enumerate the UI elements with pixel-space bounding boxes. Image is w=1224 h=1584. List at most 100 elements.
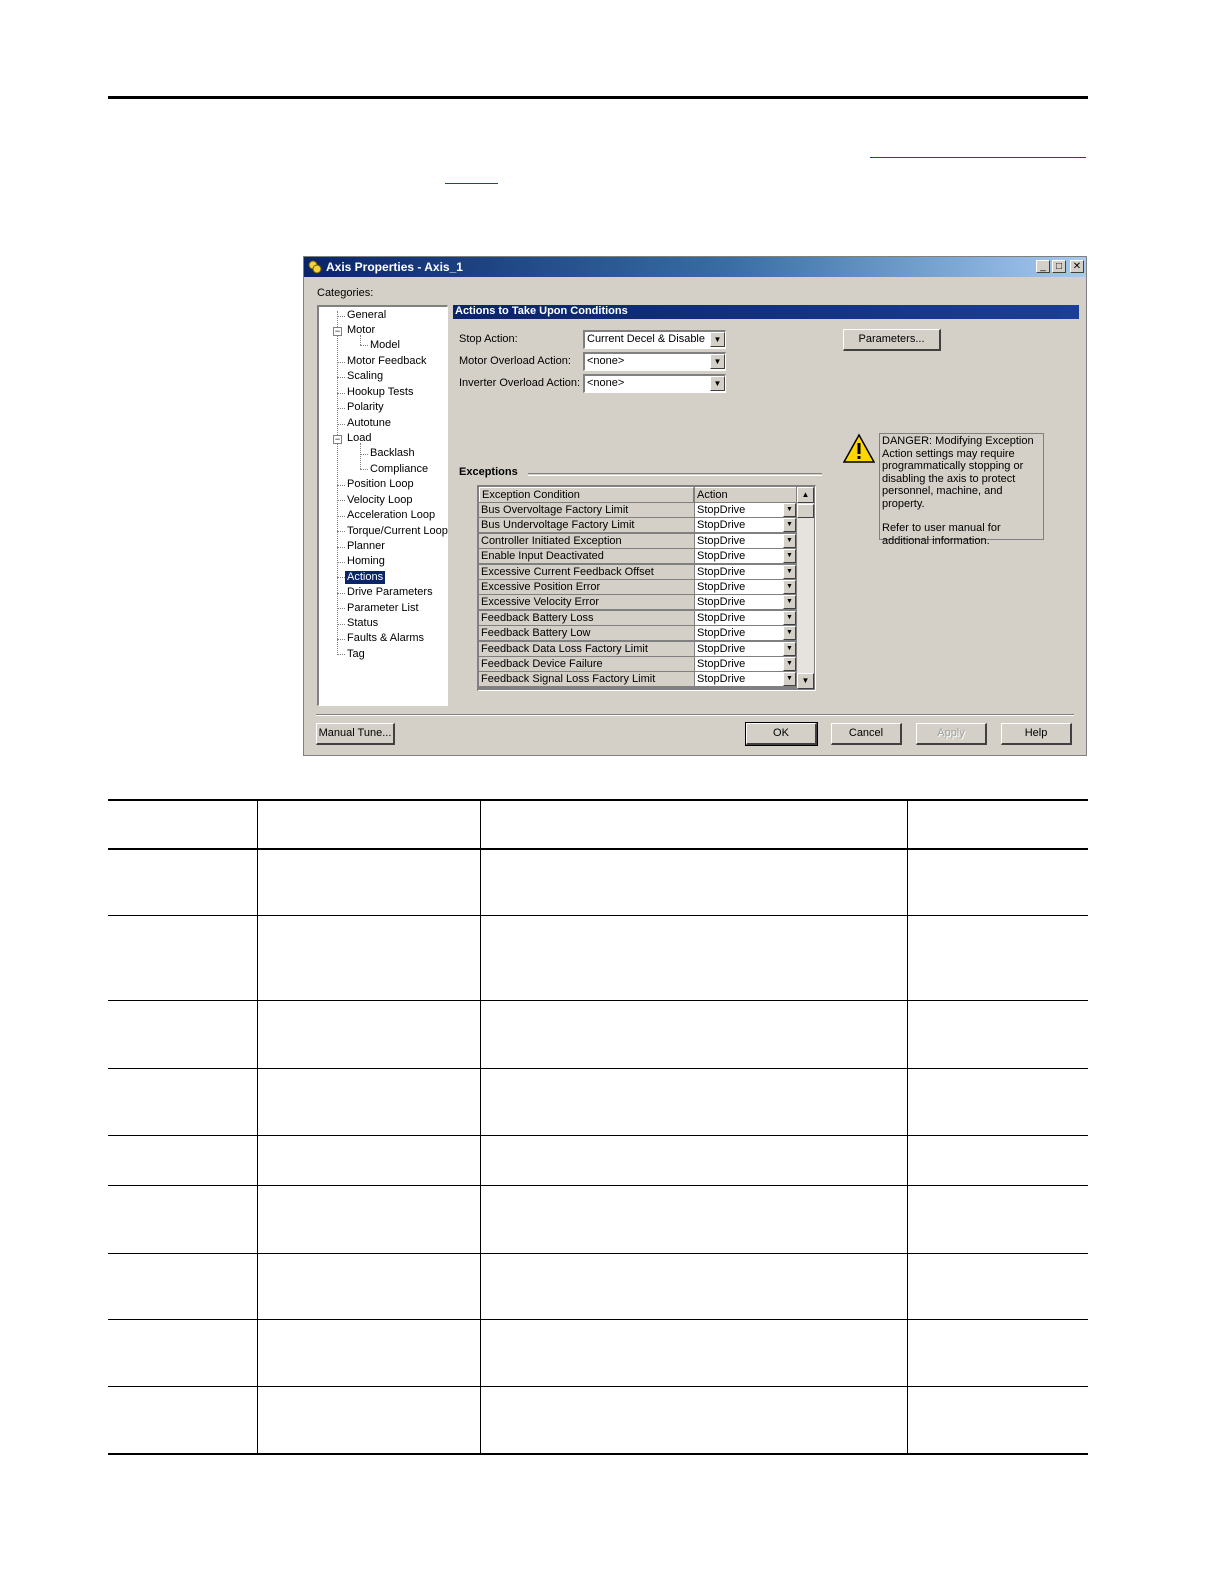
exception-row[interactable]: Controller Initiated Exception StopDrive ▼: [479, 533, 796, 549]
tree-item-position-loop[interactable]: Position Loop: [347, 478, 414, 491]
tree-item-homing[interactable]: Homing: [347, 555, 385, 568]
exception-row[interactable]: Feedback Battery Low StopDrive ▼: [479, 626, 796, 641]
tree-item-torque-current-loop[interactable]: Torque/Current Loop: [347, 525, 448, 538]
help-button[interactable]: Help: [1001, 723, 1072, 745]
exception-row[interactable]: Feedback Signal Loss Factory Limit StopDr…: [479, 672, 796, 687]
exception-action-select[interactable]: StopDrive ▼: [695, 595, 796, 610]
close-button[interactable]: ✕: [1070, 260, 1084, 273]
exception-row[interactable]: Excessive Current Feedback Offset StopDri…: [479, 564, 796, 580]
maximize-button[interactable]: □: [1052, 260, 1066, 273]
table-row-border: [108, 915, 1088, 916]
tree-item-actions[interactable]: Actions: [345, 571, 386, 584]
tree-item-hookup-tests[interactable]: Hookup Tests: [347, 386, 413, 399]
condition-column-header[interactable]: Exception Condition: [479, 487, 694, 502]
cross-reference-link-1[interactable]: [870, 157, 1086, 158]
exception-row[interactable]: Enable Input Deactivated StopDrive ▼: [479, 549, 796, 564]
dropdown-arrow-icon[interactable]: ▼: [710, 376, 725, 391]
tree-item-compliance[interactable]: Compliance: [370, 463, 428, 476]
categories-tree[interactable]: − − General Motor Model Motor Feedback S…: [317, 305, 448, 706]
dropdown-arrow-icon[interactable]: ▼: [783, 580, 796, 594]
apply-button[interactable]: Apply: [916, 723, 987, 745]
tree-item-autotune[interactable]: Autotune: [347, 417, 391, 430]
scroll-down-icon[interactable]: ▼: [797, 673, 814, 689]
tree-item-acceleration-loop[interactable]: Acceleration Loop: [347, 509, 435, 522]
exception-action-select[interactable]: StopDrive ▼: [695, 672, 796, 687]
scroll-thumb[interactable]: [797, 504, 814, 518]
dropdown-arrow-icon[interactable]: ▼: [783, 564, 796, 579]
dropdown-arrow-icon[interactable]: ▼: [783, 641, 796, 656]
dropdown-arrow-icon[interactable]: ▼: [783, 626, 796, 641]
table-row-border: [108, 1000, 1088, 1001]
tree-item-parameter-list[interactable]: Parameter List: [347, 602, 419, 615]
tree-item-load[interactable]: Load: [347, 432, 371, 445]
cancel-button[interactable]: Cancel: [831, 723, 902, 745]
exception-action-value: StopDrive: [697, 550, 746, 563]
exception-action-select[interactable]: StopDrive ▼: [695, 549, 796, 564]
tree-item-model[interactable]: Model: [370, 339, 400, 352]
tree-item-faults-alarms[interactable]: Faults & Alarms: [347, 632, 424, 645]
tree-item-polarity[interactable]: Polarity: [347, 401, 384, 414]
exception-action-select[interactable]: StopDrive ▼: [695, 610, 796, 625]
exceptions-grid[interactable]: Exception Condition Action Bus Overvolta…: [477, 485, 816, 691]
tree-item-drive-parameters[interactable]: Drive Parameters: [347, 586, 433, 599]
tree-item-scaling[interactable]: Scaling: [347, 370, 383, 383]
exception-action-select[interactable]: StopDrive ▼: [695, 641, 796, 656]
stop-action-select[interactable]: Current Decel & Disable ▼: [583, 330, 726, 349]
collapse-load-icon[interactable]: −: [333, 435, 342, 444]
exception-action-select[interactable]: StopDrive ▼: [695, 564, 796, 579]
tree-item-motor[interactable]: Motor: [347, 324, 375, 337]
tree-connector: [360, 443, 361, 469]
exception-row[interactable]: Excessive Position Error StopDrive ▼: [479, 580, 796, 595]
dropdown-arrow-icon[interactable]: ▼: [710, 354, 725, 369]
dropdown-arrow-icon[interactable]: ▼: [783, 503, 796, 517]
collapse-motor-icon[interactable]: −: [333, 327, 342, 336]
inverter-overload-select[interactable]: <none> ▼: [583, 374, 726, 393]
exception-row[interactable]: Feedback Battery Loss StopDrive ▼: [479, 610, 796, 626]
inverter-overload-value: <none>: [587, 377, 625, 389]
minimize-button[interactable]: _: [1036, 260, 1050, 273]
dropdown-arrow-icon[interactable]: ▼: [783, 610, 796, 625]
scroll-up-icon[interactable]: ▲: [797, 487, 814, 503]
action-column-header[interactable]: Action: [695, 487, 796, 502]
exception-row[interactable]: Feedback Device Failure StopDrive ▼: [479, 657, 796, 672]
dialog-title: Axis Properties - Axis_1: [326, 260, 463, 274]
tree-item-backlash[interactable]: Backlash: [370, 447, 415, 460]
exception-action-select[interactable]: StopDrive ▼: [695, 657, 796, 671]
exception-action-select[interactable]: StopDrive ▼: [695, 580, 796, 594]
axis-app-icon: [308, 260, 322, 274]
dropdown-arrow-icon[interactable]: ▼: [710, 332, 725, 347]
grid-scrollbar[interactable]: ▲ ▼: [797, 487, 814, 689]
motor-overload-select[interactable]: <none> ▼: [583, 352, 726, 371]
exceptions-label: Exceptions: [459, 466, 518, 478]
tree-item-tag[interactable]: Tag: [347, 648, 365, 661]
cross-reference-link-2[interactable]: [445, 183, 498, 184]
dropdown-arrow-icon[interactable]: ▼: [783, 595, 796, 610]
exception-action-select[interactable]: StopDrive ▼: [695, 533, 796, 548]
exception-action-value: StopDrive: [697, 534, 746, 547]
title-bar[interactable]: Axis Properties - Axis_1 _ □ ✕: [304, 257, 1086, 277]
exception-row[interactable]: Excessive Velocity Error StopDrive ▼: [479, 595, 796, 610]
tree-item-motor-feedback[interactable]: Motor Feedback: [347, 355, 426, 368]
dropdown-arrow-icon[interactable]: ▼: [783, 672, 796, 687]
dropdown-arrow-icon[interactable]: ▼: [783, 533, 796, 548]
exception-row[interactable]: Bus Undervoltage Factory Limit StopDrive ▼: [479, 518, 796, 533]
manual-tune-button[interactable]: Manual Tune...: [316, 723, 395, 745]
exception-row[interactable]: Bus Overvoltage Factory Limit StopDrive ▼: [479, 503, 796, 518]
exception-action-select[interactable]: StopDrive ▼: [695, 626, 796, 641]
tree-item-general[interactable]: General: [347, 309, 386, 322]
dropdown-arrow-icon[interactable]: ▼: [783, 518, 796, 533]
tree-item-velocity-loop[interactable]: Velocity Loop: [347, 494, 412, 507]
exception-row[interactable]: Feedback Data Loss Factory Limit StopDriv…: [479, 641, 796, 657]
exception-action-select[interactable]: StopDrive ▼: [695, 518, 796, 533]
exception-condition: Feedback Battery Loss: [479, 610, 694, 625]
parameters-button[interactable]: Parameters...: [843, 329, 941, 351]
ok-button[interactable]: OK: [745, 722, 818, 746]
dropdown-arrow-icon[interactable]: ▼: [783, 549, 796, 564]
exception-action-value: StopDrive: [697, 504, 746, 516]
tree-item-status[interactable]: Status: [347, 617, 378, 630]
exception-action-select[interactable]: StopDrive ▼: [695, 503, 796, 517]
tree-item-planner[interactable]: Planner: [347, 540, 385, 553]
exception-condition: Feedback Signal Loss Factory Limit: [479, 672, 694, 687]
dropdown-arrow-icon[interactable]: ▼: [783, 657, 796, 671]
exceptions-group-line: [528, 473, 822, 476]
